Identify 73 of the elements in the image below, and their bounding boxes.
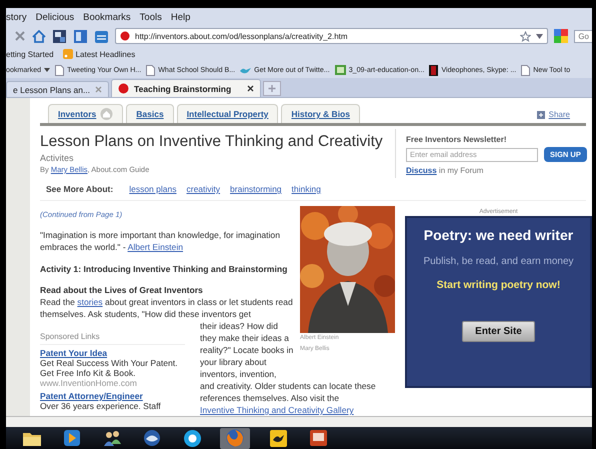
site-nav-tab[interactable]: Intellectual Property — [176, 104, 278, 123]
image-icon — [334, 65, 346, 75]
ad-headline: Poetry: we need writer — [424, 227, 574, 243]
author-link[interactable]: Albert Einstein — [128, 242, 184, 252]
browser-tab[interactable]: Teaching Brainstorming — [111, 79, 262, 97]
discuss-text: Discuss in my Forum — [406, 166, 484, 175]
home-icon — [100, 108, 114, 120]
newsletter-heading: Free Inventors Newsletter! — [406, 135, 508, 144]
enter-site-button[interactable]: Enter Site — [462, 321, 535, 342]
site-nav-tab[interactable]: Basics — [126, 104, 174, 123]
topic-link[interactable]: creativity — [186, 184, 220, 194]
site-nav-tab[interactable]: History & Bios — [281, 104, 360, 123]
see-more-label: See More About: — [46, 184, 114, 194]
activity-heading: Activity 1: Introducing Inventive Thinking and Brainstorming — [40, 263, 288, 275]
address-bar[interactable]: http://inventors.about.com/od/lessonplans/a/creativity_2.htm — [115, 28, 548, 44]
menu-item[interactable]: story — [6, 12, 27, 23]
sponsored-link[interactable]: Patent Attorney/Engineer — [40, 391, 143, 401]
bookmark[interactable]: Latest Headlines — [62, 49, 136, 59]
globe-icon — [144, 430, 160, 446]
slideshow-icon — [310, 430, 326, 446]
site-nav-tab[interactable]: Inventors — [48, 104, 124, 123]
folder-icon — [23, 430, 41, 446]
topic-link[interactable]: brainstorming — [230, 184, 282, 194]
ad-text: Over 36 years experience. Staff — [40, 401, 162, 411]
share-link[interactable]: Share — [536, 110, 570, 119]
gallery-link[interactable]: Inventive Thinking and Creativity Gallery — [200, 405, 354, 415]
ad-call-to-action: Start writing poetry now! — [436, 279, 560, 291]
site-icon — [118, 83, 130, 94]
film-icon — [429, 64, 438, 76]
menu-item[interactable]: Bookmarks — [83, 12, 131, 23]
page-subtitle: Activites — [40, 153, 75, 163]
ad-text: Get Real Success With Your Patent. — [40, 358, 179, 368]
browser-tab[interactable]: e Lesson Plans an... — [6, 81, 110, 97]
sponsored-link[interactable]: Patent Your Idea — [40, 348, 108, 358]
stories-link[interactable]: stories — [77, 297, 103, 307]
browser-icon — [226, 429, 244, 447]
menu-item[interactable]: Tools — [140, 12, 162, 23]
page-icon — [55, 64, 64, 76]
section-heading: Read about the Lives of Great Inventors — [40, 284, 204, 296]
site-icon — [120, 31, 130, 41]
window-icon[interactable] — [52, 28, 67, 44]
chat-icon — [184, 430, 200, 446]
search-engine-icon[interactable] — [554, 29, 568, 43]
play-icon — [64, 430, 80, 446]
close-icon[interactable] — [247, 85, 254, 92]
feed-icon — [62, 49, 73, 59]
ad-banner[interactable]: Poetry: we need writer Publish, be read, and earn money Start writing poetry now! Enter Site — [405, 216, 592, 388]
people-icon — [103, 430, 121, 446]
menu-item[interactable]: Help — [170, 12, 190, 23]
search-field[interactable]: Go — [574, 30, 592, 42]
star-icon[interactable] — [520, 30, 532, 42]
page-icon — [146, 64, 156, 76]
bird-icon — [270, 430, 286, 446]
share-icon — [536, 110, 545, 118]
page-title: Lesson Plans on Inventive Thinking and Creativity — [40, 132, 384, 152]
topic-link[interactable]: lesson plans — [129, 184, 176, 194]
panel-icon[interactable] — [73, 28, 88, 44]
home-icon[interactable] — [32, 30, 46, 42]
caret-icon — [44, 68, 50, 72]
menu-item[interactable]: Delicious — [36, 12, 74, 23]
ad-text: Get Free Info Kit & Book. — [40, 368, 137, 378]
dropdown-icon[interactable] — [536, 34, 544, 38]
discuss-link[interactable]: Discuss — [406, 166, 437, 175]
page-icon — [521, 64, 530, 76]
paragraph: and creativity. Older students can locate these references themselves. Also visit the Inventive Thinking and Creativity Gallery — [200, 380, 377, 416]
quote: "Imagination is more important than knowledge, for imagination embraces the world." - Albert Einstein — [40, 229, 281, 253]
ad-url: www.InventionHome.com — [40, 378, 138, 388]
bird-icon — [240, 66, 252, 74]
sponsored-heading: Sponsored Links — [40, 332, 185, 345]
bookmark[interactable]: etting Started — [6, 50, 54, 58]
topic-link[interactable]: thinking — [292, 184, 321, 194]
ad-subline: Publish, be read, and earn money — [423, 256, 574, 267]
inbox-icon[interactable] — [94, 28, 109, 44]
